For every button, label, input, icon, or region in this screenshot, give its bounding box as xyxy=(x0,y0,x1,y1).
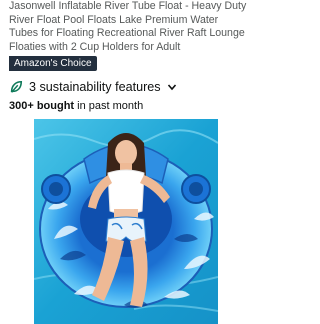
sustainability-features-toggle[interactable]: 3 sustainability features xyxy=(9,79,177,95)
sustainability-features-label: 3 sustainability features xyxy=(29,80,161,94)
purchase-period: in past month xyxy=(74,100,144,112)
purchase-stats: 300+ bought in past month xyxy=(9,100,143,112)
leaf-icon xyxy=(10,80,23,93)
product-image[interactable] xyxy=(34,119,218,324)
product-title: Jasonwell Inflatable River Tube Float - … xyxy=(9,0,247,53)
purchase-count: 300+ bought xyxy=(9,100,75,112)
amazons-choice-badge[interactable]: Amazon's Choice xyxy=(9,56,97,71)
chevron-down-icon xyxy=(167,84,176,91)
